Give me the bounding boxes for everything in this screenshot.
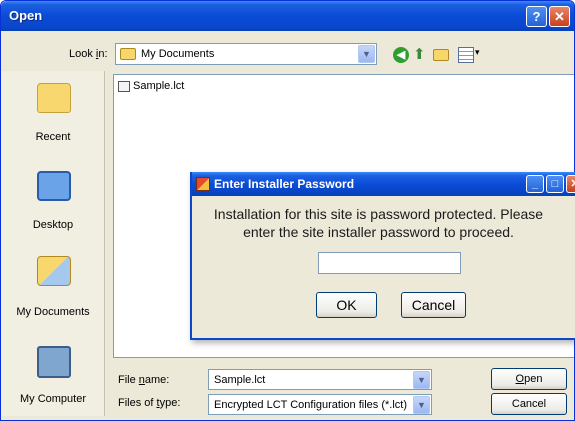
maximize-button[interactable]: □ [546, 175, 564, 193]
open-dialog-title: Open [9, 8, 43, 23]
file-name-field[interactable]: Sample.lct ▼ [208, 369, 432, 390]
chevron-down-icon[interactable]: ▼ [413, 371, 430, 389]
minimize-button[interactable]: _ [526, 175, 544, 193]
recent-icon[interactable] [37, 83, 71, 113]
help-button[interactable]: ? [526, 6, 547, 27]
password-dialog-titlebar[interactable]: Enter Installer Password _ □ ✕ [192, 172, 575, 196]
close-button[interactable]: ✕ [566, 175, 575, 193]
place-my-documents[interactable]: My Documents [1, 306, 105, 318]
up-folder-icon[interactable]: ⬆ [413, 47, 429, 63]
place-my-computer[interactable]: My Computer [1, 393, 105, 405]
password-message: Installation for this site is password p… [213, 206, 544, 240]
file-name-value: Sample.lct [214, 374, 266, 386]
chevron-down-icon[interactable]: ▼ [413, 396, 430, 414]
file-name-label: File name: [118, 374, 170, 386]
cancel-button[interactable]: Cancel [401, 292, 466, 318]
file-type-value: Encrypted LCT Configuration files (*.lct… [214, 399, 407, 411]
open-button[interactable]: Open [491, 368, 567, 390]
new-folder-icon[interactable] [433, 49, 449, 61]
file-type-label: Files of type: [118, 397, 181, 409]
app-icon [196, 177, 210, 191]
chevron-down-icon[interactable]: ▼ [358, 45, 375, 63]
file-type-dropdown[interactable]: Encrypted LCT Configuration files (*.lct… [208, 394, 432, 415]
close-button[interactable]: ✕ [549, 6, 570, 27]
back-icon[interactable]: ◀ [393, 47, 409, 63]
places-bar: Recent Desktop My Documents My Computer [1, 71, 105, 416]
my-computer-icon[interactable] [37, 346, 71, 378]
file-icon [118, 81, 130, 92]
desktop-icon[interactable] [37, 171, 71, 201]
place-desktop[interactable]: Desktop [1, 219, 105, 231]
password-dialog: Enter Installer Password _ □ ✕ Installat… [190, 172, 575, 340]
password-input[interactable] [318, 252, 461, 274]
folder-icon [120, 48, 136, 60]
look-in-label: Look in: [69, 48, 108, 60]
views-dropdown-icon[interactable]: ▾ [475, 47, 480, 58]
look-in-value: My Documents [141, 48, 215, 60]
ok-button[interactable]: OK [316, 292, 377, 318]
open-dialog-titlebar[interactable]: Open ? ✕ [1, 1, 574, 31]
look-in-dropdown[interactable]: My Documents ▼ [115, 43, 377, 65]
my-documents-icon[interactable] [37, 256, 71, 286]
cancel-button[interactable]: Cancel [491, 393, 567, 415]
password-dialog-title: Enter Installer Password [214, 177, 355, 191]
file-item-name: Sample.lct [133, 80, 185, 92]
place-recent[interactable]: Recent [1, 131, 105, 143]
views-icon[interactable] [458, 47, 474, 63]
